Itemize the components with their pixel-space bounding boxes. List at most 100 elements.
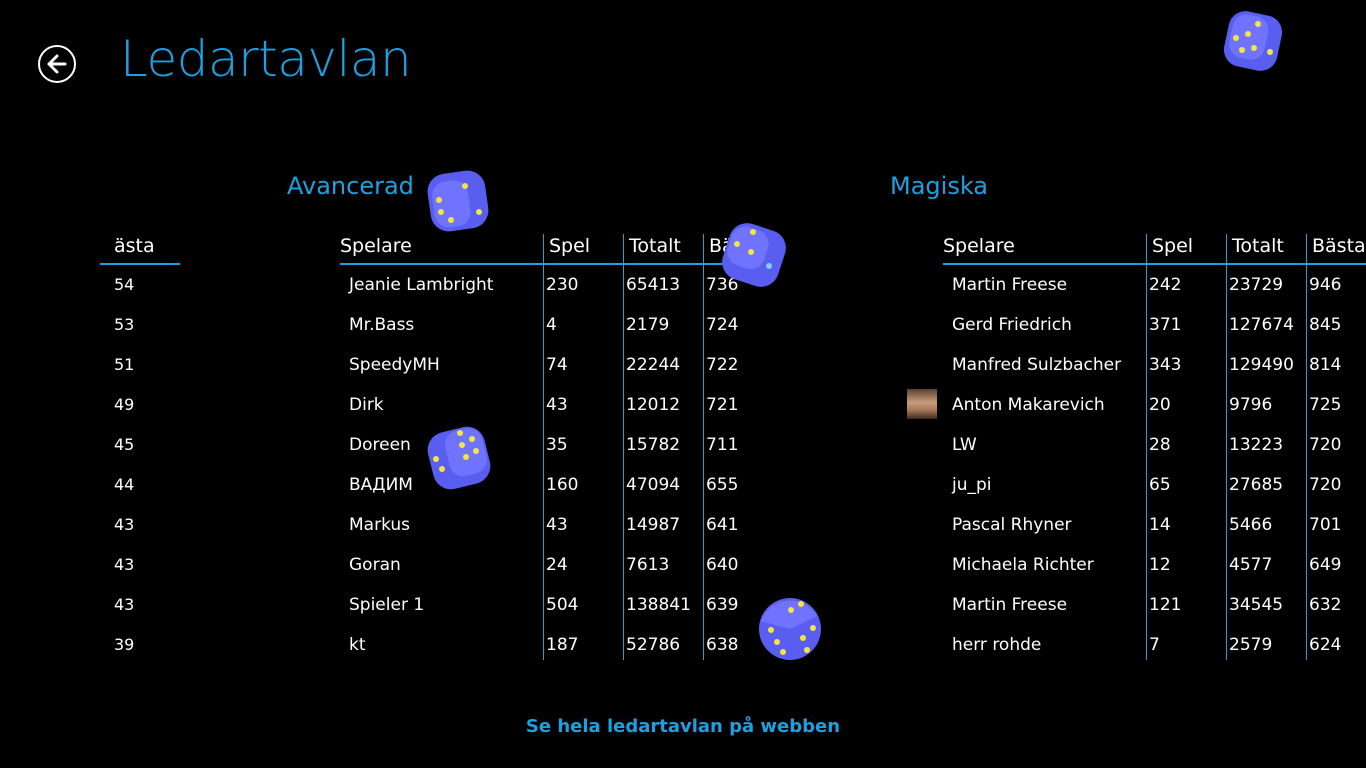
column-separator: [623, 234, 624, 660]
total-score: 4577: [1229, 555, 1273, 575]
player-name: Manfred Sulzbacher: [952, 355, 1122, 375]
table-row[interactable]: Dirk 43 12012 721: [340, 389, 770, 421]
fragment-cell: 43: [114, 595, 135, 614]
player-name: Markus: [349, 515, 411, 535]
games-count: 43: [546, 515, 568, 535]
column-separator: [1306, 234, 1307, 660]
total-score: 15782: [626, 435, 681, 455]
table-row[interactable]: ВАДИМ 160 47094 655: [340, 469, 770, 501]
player-name: Anton Makarevich: [952, 395, 1105, 415]
games-count: 28: [1149, 435, 1171, 455]
player-name: Mr.Bass: [349, 315, 415, 335]
table-row[interactable]: Martin Freese 121 34545 632: [943, 589, 1366, 621]
table-row[interactable]: LW 28 13223 720: [943, 429, 1366, 461]
games-count: 14: [1149, 515, 1171, 535]
player-name: LW: [952, 435, 977, 455]
best-score: 632: [1309, 595, 1342, 615]
total-score: 138841: [626, 595, 691, 615]
best-score: 638: [706, 635, 739, 655]
total-score: 47094: [626, 475, 681, 495]
table-row[interactable]: Martin Freese 242 23729 946: [943, 269, 1366, 301]
best-score: 722: [706, 355, 739, 375]
back-arrow-icon: [47, 54, 67, 74]
player-name: Doreen: [349, 435, 411, 455]
table-row[interactable]: Goran 24 7613 640: [340, 549, 770, 581]
back-button[interactable]: [38, 45, 76, 83]
table-row[interactable]: Michaela Richter 12 4577 649: [943, 549, 1366, 581]
player-name: kt: [349, 635, 366, 655]
games-count: 187: [546, 635, 579, 655]
total-score: 9796: [1229, 395, 1273, 415]
table-row[interactable]: Pascal Rhyner 14 5466 701: [943, 509, 1366, 541]
table-row[interactable]: ju_pi 65 27685 720: [943, 469, 1366, 501]
header-underline: [943, 263, 1366, 265]
player-name: SpeedyMH: [349, 355, 440, 375]
total-score: 2579: [1229, 635, 1273, 655]
fragment-header-underline: [100, 263, 180, 265]
table-row[interactable]: Spieler 1 504 138841 639: [340, 589, 770, 621]
best-score: 639: [706, 595, 739, 615]
player-name: Dirk: [349, 395, 384, 415]
fragment-cell: 54: [114, 275, 135, 294]
dice-icon: [722, 223, 786, 287]
games-count: 121: [1149, 595, 1182, 615]
column-header-spel: Spel: [1152, 235, 1194, 257]
column-header-basta: Bästa: [1312, 235, 1366, 257]
table-row[interactable]: Jeanie Lambright 230 65413 736: [340, 269, 770, 301]
games-count: 35: [546, 435, 568, 455]
total-score: 127674: [1229, 315, 1294, 335]
total-score: 12012: [626, 395, 681, 415]
total-score: 5466: [1229, 515, 1273, 535]
table-row[interactable]: Mr.Bass 4 2179 724: [340, 309, 770, 341]
dice-icon: [427, 426, 491, 490]
best-score: 711: [706, 435, 739, 455]
best-score: 720: [1309, 475, 1342, 495]
total-score: 129490: [1229, 355, 1294, 375]
games-count: 230: [546, 275, 579, 295]
player-name: ВАДИМ: [349, 475, 413, 495]
table-row[interactable]: Gerd Friedrich 371 127674 845: [943, 309, 1366, 341]
player-name: Martin Freese: [952, 595, 1068, 615]
column-separator: [1226, 234, 1227, 660]
total-score: 65413: [626, 275, 681, 295]
table-row[interactable]: SpeedyMH 74 22244 722: [340, 349, 770, 381]
fragment-column-header: ästa: [114, 235, 155, 257]
fragment-cell: 53: [114, 315, 135, 334]
total-score: 27685: [1229, 475, 1284, 495]
player-name: Spieler 1: [349, 595, 425, 615]
column-header-totalt: Totalt: [1232, 235, 1284, 257]
fragment-cell: 39: [114, 635, 135, 654]
table-row[interactable]: Anton Makarevich 20 9796 725: [943, 389, 1366, 421]
view-full-leaderboard-link[interactable]: Se hela ledartavlan på webben: [0, 716, 1366, 737]
best-score: 721: [706, 395, 739, 415]
column-header-spelare: Spelare: [943, 235, 1015, 257]
column-separator: [703, 234, 704, 660]
total-score: 34545: [1229, 595, 1284, 615]
leaderboard-avancerad: Spelare Spel Totalt Bästa Jeanie Lambrig…: [340, 232, 770, 672]
header-underline: [340, 263, 770, 265]
best-score: 725: [1309, 395, 1342, 415]
column-header-spel: Spel: [549, 235, 591, 257]
total-score: 2179: [626, 315, 670, 335]
player-name: ju_pi: [952, 475, 992, 495]
player-name: Pascal Rhyner: [952, 515, 1072, 535]
fragment-cell: 49: [114, 395, 135, 414]
column-header-spelare: Spelare: [340, 235, 412, 257]
column-header-totalt: Totalt: [629, 235, 681, 257]
column-separator: [1146, 234, 1147, 660]
previous-board-fragment: ästa 54 53 51 49 45 44 43 43 43 39: [100, 232, 180, 672]
table-row[interactable]: kt 187 52786 638: [340, 629, 770, 661]
total-score: 14987: [626, 515, 681, 535]
games-count: 65: [1149, 475, 1171, 495]
total-score: 22244: [626, 355, 681, 375]
best-score: 701: [1309, 515, 1342, 535]
player-name: Goran: [349, 555, 401, 575]
table-row[interactable]: Markus 43 14987 641: [340, 509, 770, 541]
fragment-cell: 43: [114, 555, 135, 574]
table-row[interactable]: Manfred Sulzbacher 343 129490 814: [943, 349, 1366, 381]
best-score: 724: [706, 315, 739, 335]
games-count: 7: [1149, 635, 1160, 655]
best-score: 814: [1309, 355, 1342, 375]
table-row[interactable]: Doreen 35 15782 711: [340, 429, 770, 461]
table-row[interactable]: herr rohde 7 2579 624: [943, 629, 1366, 661]
